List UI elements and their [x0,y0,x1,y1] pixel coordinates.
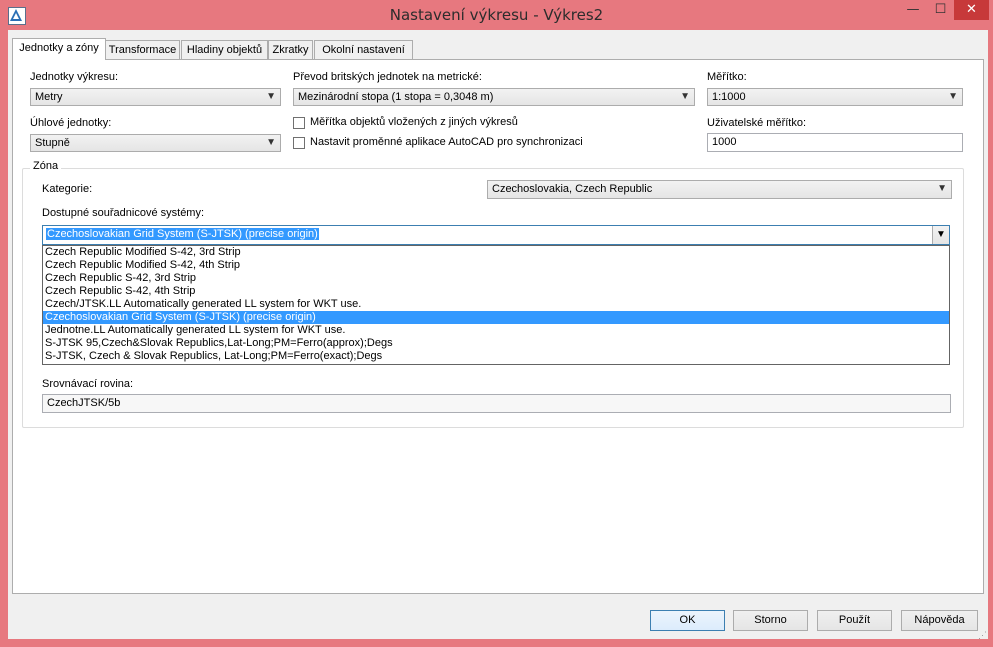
angular-units-label: Úhlové jednotky: [30,117,112,129]
scale-objects-label: Měřítka objektů vložených z jiných výkre… [310,116,518,128]
chevron-down-icon: ▼ [266,91,276,102]
category-value: Czechoslovakia, Czech Republic [492,183,653,195]
tab-environment[interactable]: Okolní nastavení [314,40,413,59]
tab-object-layers[interactable]: Hladiny objektů [181,40,268,59]
available-systems-label: Dostupné souřadnicové systémy: [42,207,205,219]
scale-label: Měřítko: [707,71,747,83]
dropdown-option[interactable]: S-JTSK 95,Czech&Slovak Republics,Lat-Lon… [43,337,949,350]
minimize-button[interactable]: — [899,0,927,20]
dropdown-option[interactable]: Czech Republic Modified S-42, 3rd Strip [43,246,949,259]
tab-shortcuts[interactable]: Zkratky [268,40,313,59]
dropdown-option[interactable]: Czech Republic Modified S-42, 4th Strip [43,259,949,272]
imperial-conversion-value: Mezinárodní stopa (1 stopa = 0,3048 m) [298,91,494,103]
dropdown-option[interactable]: S-JTSK, Czech & Slovak Republics, Lat-Lo… [43,350,949,363]
apply-button[interactable]: Použít [817,610,892,631]
title-bar: Nastavení výkresu - Výkres2 — ☐ ✕ [0,0,993,30]
dropdown-option[interactable]: Czech Republic S-42, 4th Strip [43,285,949,298]
sync-variables-checkbox[interactable] [293,137,305,149]
category-select[interactable]: Czechoslovakia, Czech Republic ▼ [487,180,952,199]
chevron-down-icon: ▼ [680,91,690,102]
chevron-down-icon[interactable]: ▼ [932,226,949,244]
ok-button[interactable]: OK [650,610,725,631]
coordinate-system-dropdown: Czech Republic Modified S-42, 3rd Strip … [42,245,950,365]
imperial-conversion-label: Převod britských jednotek na metrické: [293,71,482,83]
dropdown-option-selected[interactable]: Czechoslovakian Grid System (S-JTSK) (pr… [43,311,949,324]
angular-units-value: Stupně [35,137,70,149]
maximize-icon: ☐ [934,2,947,17]
imperial-conversion-select[interactable]: Mezinárodní stopa (1 stopa = 0,3048 m) ▼ [293,88,695,106]
scale-select[interactable]: 1:1000 ▼ [707,88,963,106]
angular-units-select[interactable]: Stupně ▼ [30,134,281,152]
minimize-icon: — [906,2,920,17]
category-label: Kategorie: [42,183,93,195]
zone-group-title: Zóna [30,160,62,172]
dropdown-option[interactable]: Czech Republic S-42, 3rd Strip [43,272,949,285]
dropdown-option[interactable]: Jednotne.LL Automatically generated LL s… [43,324,949,337]
close-icon: ✕ [966,2,977,17]
coordinate-system-select[interactable]: Czechoslovakian Grid System (S-JTSK) (pr… [42,225,950,245]
tab-units-zones[interactable]: Jednotky a zóny [12,38,106,60]
drawing-units-select[interactable]: Metry ▼ [30,88,281,106]
scale-value: 1:1000 [712,91,746,103]
help-button[interactable]: Nápověda [901,610,978,631]
resize-grip-icon[interactable]: ⋰ [978,630,987,641]
datum-value: CzechJTSK/5b [47,397,121,409]
window-title: Nastavení výkresu - Výkres2 [389,6,604,24]
custom-scale-label: Uživatelské měřítko: [707,117,807,129]
datum-field[interactable]: CzechJTSK/5b [42,394,951,413]
drawing-units-value: Metry [35,91,63,103]
chevron-down-icon: ▼ [266,137,276,148]
datum-label: Srovnávací rovina: [42,378,134,390]
cancel-button[interactable]: Storno [733,610,808,631]
scale-objects-checkbox[interactable] [293,117,305,129]
coordinate-system-value: Czechoslovakian Grid System (S-JTSK) (pr… [46,228,319,240]
chevron-down-icon: ▼ [937,183,947,194]
chevron-down-icon: ▼ [948,91,958,102]
drawing-units-label: Jednotky výkresu: [30,71,119,83]
dropdown-option[interactable]: Czech/JTSK.LL Automatically generated LL… [43,298,949,311]
sync-variables-label: Nastavit proměnné aplikace AutoCAD pro s… [310,136,583,148]
tab-transformation[interactable]: Transformace [105,40,180,59]
custom-scale-value: 1000 [712,136,737,148]
maximize-button[interactable]: ☐ [927,0,954,20]
close-button[interactable]: ✕ [954,0,989,20]
custom-scale-input[interactable]: 1000 [707,133,963,152]
